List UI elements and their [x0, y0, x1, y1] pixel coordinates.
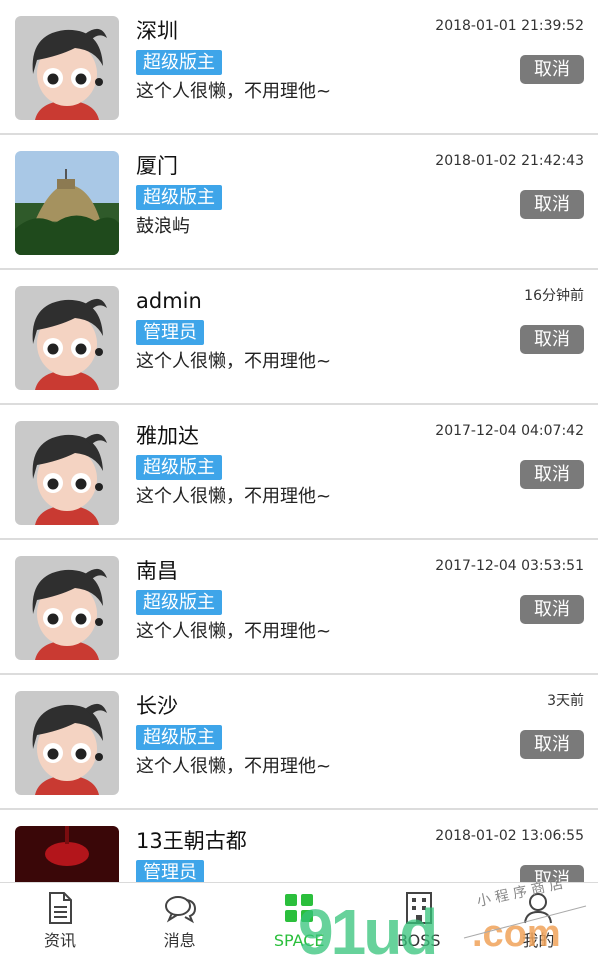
- timestamp: 2018-01-02 13:06:55: [435, 828, 584, 844]
- tab-资讯[interactable]: 资讯: [0, 883, 120, 960]
- user-description: 这个人很懒，不用理他~: [136, 81, 332, 102]
- tab-消息[interactable]: 消息: [120, 883, 240, 960]
- user-name: 南昌: [136, 559, 178, 583]
- chat-bubble-icon: [164, 891, 196, 925]
- user-name: 长沙: [136, 694, 178, 718]
- cancel-button[interactable]: 取消: [520, 190, 584, 219]
- avatar[interactable]: [15, 421, 119, 525]
- favorites-list[interactable]: 深圳 超级版主 这个人很懒，不用理他~ 2018-01-01 21:39:52 取消 厦门…: [0, 0, 598, 882]
- avatar[interactable]: [15, 826, 119, 882]
- avatar[interactable]: [15, 691, 119, 795]
- user-name: 13王朝古都: [136, 829, 247, 853]
- timestamp: 2018-01-01 21:39:52: [435, 18, 584, 34]
- list-item[interactable]: 南昌超级版主这个人很懒，不用理他~ 2017-12-04 03:53:51 取消: [0, 540, 598, 675]
- person-icon: [522, 891, 554, 925]
- tab-space[interactable]: SPACE: [239, 883, 359, 960]
- user-name: 厦门: [136, 154, 178, 178]
- user-description: 鼓浪屿: [136, 216, 190, 237]
- cancel-button[interactable]: 取消: [520, 460, 584, 489]
- list-item[interactable]: 厦门超级版主鼓浪屿 2018-01-02 21:42:43 取消: [0, 135, 598, 270]
- timestamp: 3天前: [547, 693, 584, 709]
- role-badge: 超级版主: [136, 725, 222, 750]
- document-icon: [44, 891, 76, 925]
- role-badge: 管理员: [136, 320, 204, 345]
- avatar[interactable]: [15, 151, 119, 255]
- tab-label: BOSS: [396, 931, 441, 950]
- list-item[interactable]: 雅加达超级版主这个人很懒，不用理他~ 2017-12-04 04:07:42 取消: [0, 405, 598, 540]
- list-item[interactable]: 深圳超级版主这个人很懒，不用理他~ 2018-01-01 21:39:52 取消: [0, 0, 598, 135]
- user-description: 这个人很懒，不用理他~: [136, 351, 332, 372]
- role-badge: 超级版主: [136, 590, 222, 615]
- role-badge: 超级版主: [136, 455, 222, 480]
- list-item[interactable]: admin 管理员这个人很懒，不用理他~ 16分钟前取消: [0, 270, 598, 405]
- cancel-button[interactable]: 取消: [520, 730, 584, 759]
- tab-label: 消息: [163, 931, 196, 950]
- tab-label: SPACE: [273, 931, 325, 950]
- user-name: 深圳: [136, 19, 178, 43]
- user-name: 雅加达: [136, 424, 199, 448]
- user-description: 这个人很懒，不用理他~: [136, 486, 332, 507]
- tab-boss[interactable]: BOSS: [359, 883, 479, 960]
- tab-label: 资讯: [43, 931, 76, 950]
- timestamp: 16分钟前: [524, 288, 584, 304]
- tab-label: 我的: [522, 931, 555, 950]
- avatar[interactable]: [15, 556, 119, 660]
- avatar[interactable]: [15, 286, 119, 390]
- cancel-button[interactable]: 取消: [520, 325, 584, 354]
- timestamp: 2018-01-02 21:42:43: [435, 153, 584, 169]
- user-description: 这个人很懒，不用理他~: [136, 621, 332, 642]
- user-description: 这个人很懒，不用理他~: [136, 756, 332, 777]
- role-badge: 管理员: [136, 860, 204, 882]
- role-badge: 超级版主: [136, 50, 222, 75]
- cancel-button[interactable]: 取消: [520, 865, 584, 882]
- list-item[interactable]: 长沙超级版主这个人很懒，不用理他~ 3天前取消: [0, 675, 598, 810]
- timestamp: 2017-12-04 03:53:51: [435, 558, 584, 574]
- cancel-button[interactable]: 取消: [520, 55, 584, 84]
- grid-squares-icon: [283, 891, 315, 925]
- building-icon: [403, 891, 435, 925]
- role-badge: 超级版主: [136, 185, 222, 210]
- list-item[interactable]: 13王朝古都 管理员 2018-01-02 13:06:55 取消: [0, 810, 598, 882]
- tab-我的[interactable]: 我的: [478, 883, 598, 960]
- avatar[interactable]: [15, 16, 119, 120]
- cancel-button[interactable]: 取消: [520, 595, 584, 624]
- user-name: admin: [136, 289, 202, 313]
- timestamp: 2017-12-04 04:07:42: [435, 423, 584, 439]
- bottom-tab-bar: 资讯 消息 SPACE BOSS 我的: [0, 882, 598, 960]
